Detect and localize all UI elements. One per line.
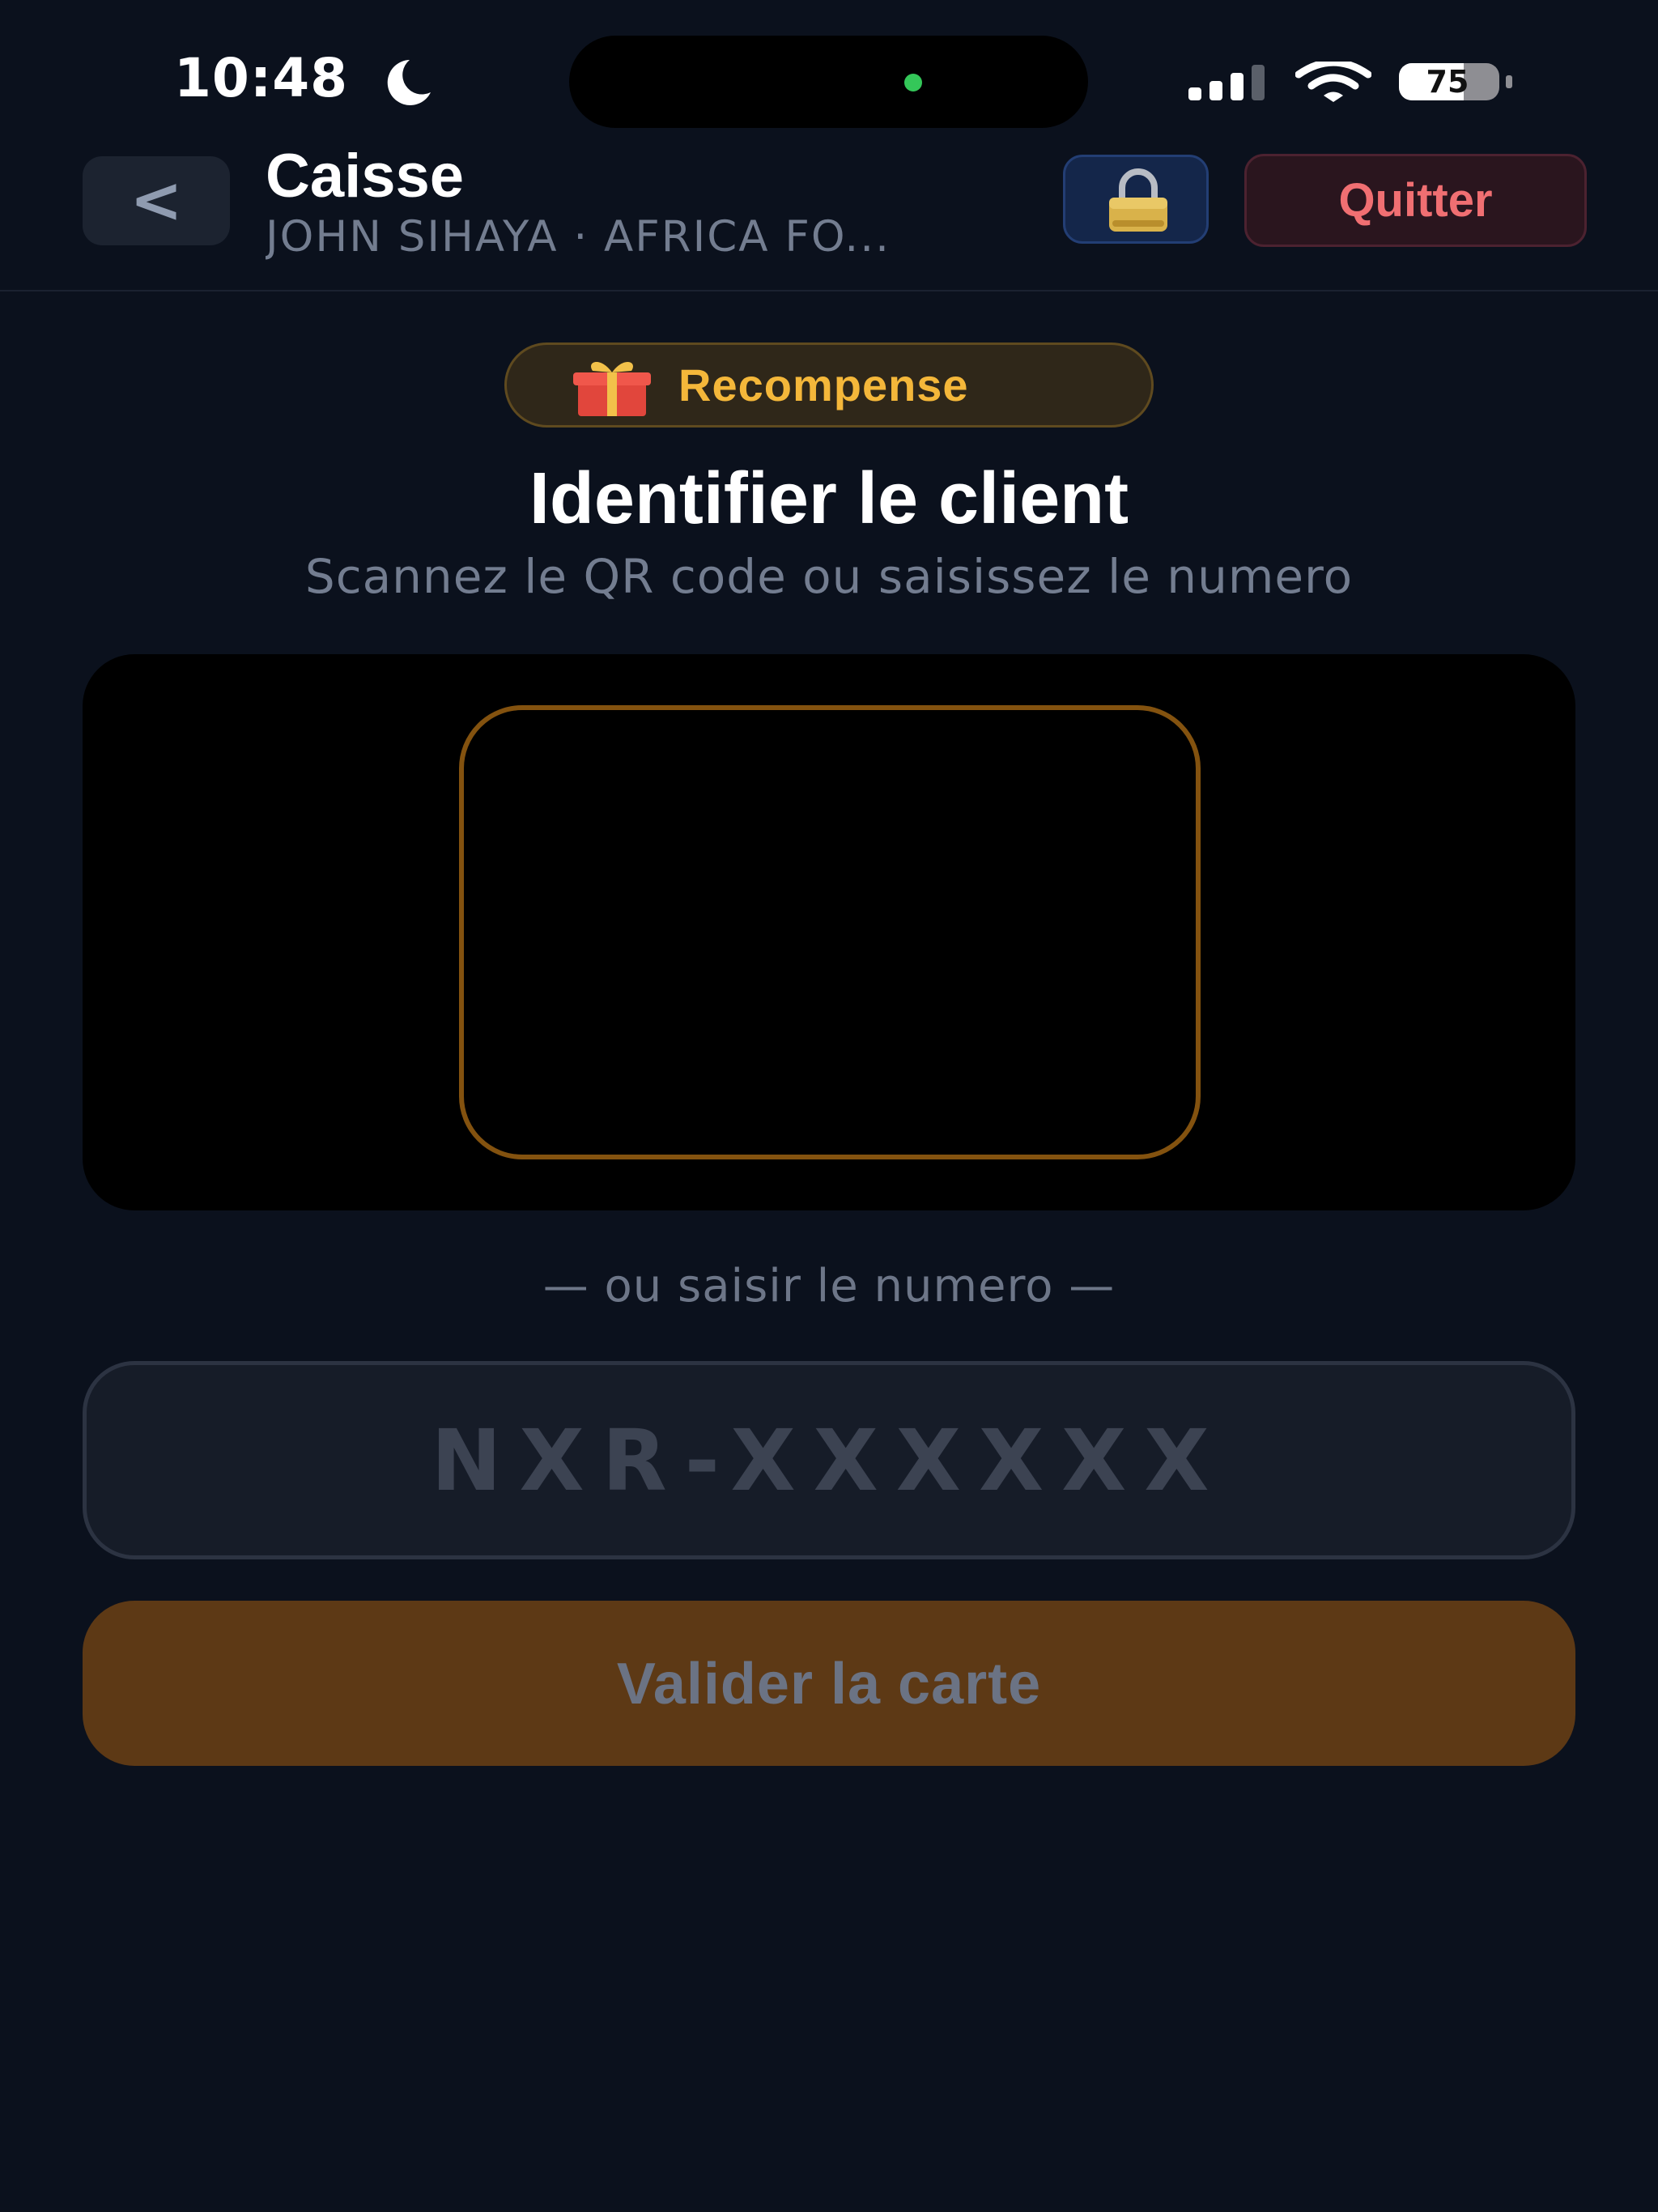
or-divider: — ou saisir le numero —: [542, 1260, 1116, 1312]
signal-icon: [1188, 65, 1265, 100]
main-subheading: Scannez le QR code ou saisissez le numer…: [304, 549, 1354, 604]
moon-icon: [387, 60, 431, 105]
qr-scanner-view[interactable]: [83, 654, 1575, 1210]
card-number-input[interactable]: [83, 1361, 1575, 1559]
dynamic-island: [569, 36, 1088, 128]
status-bar: 10:48 75: [0, 0, 1658, 146]
lock-button[interactable]: [1063, 155, 1209, 244]
gift-icon: [573, 361, 651, 416]
page-title: Caisse: [266, 142, 465, 211]
reward-label: Recompense: [678, 359, 969, 410]
status-time: 10:48: [174, 47, 349, 109]
page-subtitle: JOHN SIHAYA · AFRICA FO...: [266, 212, 891, 262]
back-button[interactable]: <: [83, 156, 230, 245]
validate-card-button[interactable]: Valider la carte: [83, 1601, 1575, 1766]
wifi-icon: [1295, 62, 1371, 102]
quit-button[interactable]: Quitter: [1244, 154, 1587, 247]
battery-level: 75: [1426, 64, 1469, 100]
scan-frame: [459, 705, 1201, 1159]
camera-indicator-icon: [904, 74, 922, 91]
reward-badge: Recompense: [504, 342, 1154, 428]
lock-icon: [1109, 168, 1167, 232]
header-divider: [0, 290, 1658, 291]
main-heading: Identifier le client: [529, 458, 1129, 539]
